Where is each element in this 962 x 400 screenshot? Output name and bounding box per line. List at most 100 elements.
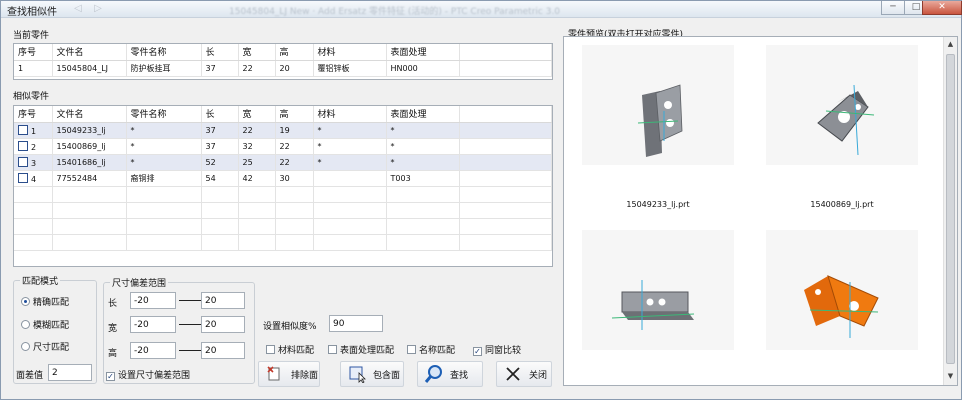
empty-cell xyxy=(201,234,239,251)
length-max-input[interactable] xyxy=(201,292,245,309)
preview-thumbnail-1[interactable] xyxy=(582,45,734,165)
match-mode-legend: 匹配模式 xyxy=(20,274,61,287)
empty-cell xyxy=(201,218,239,235)
table-cell: 覆铝锌板 xyxy=(313,60,387,77)
table-cell: 54 xyxy=(201,170,239,187)
empty-cell xyxy=(126,202,202,219)
column-header[interactable]: 文件名 xyxy=(52,106,127,123)
table-cell: * xyxy=(386,138,460,155)
column-header[interactable]: 高 xyxy=(275,106,314,123)
empty-cell xyxy=(238,218,276,235)
table-row xyxy=(14,218,552,235)
preview-thumbnail-3[interactable] xyxy=(582,230,734,350)
column-header[interactable]: 材料 xyxy=(313,106,387,123)
column-header[interactable]: 序号 xyxy=(14,44,53,61)
table-cell: * xyxy=(386,122,460,139)
width-max-input[interactable] xyxy=(201,316,245,333)
bracket-part-icon xyxy=(817,84,875,156)
column-header[interactable]: 长 xyxy=(201,44,239,61)
close-window-button[interactable]: ✕ xyxy=(922,1,962,15)
empty-cell xyxy=(459,60,552,77)
radio-fuzzy-match[interactable]: 模糊匹配 xyxy=(21,318,69,331)
table-cell: * xyxy=(126,138,202,155)
back-icon: ◁ xyxy=(74,3,82,14)
empty-cell xyxy=(238,234,276,251)
table-row xyxy=(14,202,552,219)
dimension-range-legend: 尺寸偏差范围 xyxy=(110,276,169,289)
row-index: 3 xyxy=(31,158,37,168)
exclude-face-button[interactable]: 排除面 xyxy=(258,361,320,387)
table-cell: 4 xyxy=(14,170,53,187)
table-row[interactable]: 4 77552484 裔铜排 54 42 30 T003 xyxy=(14,170,552,187)
similar-parts-label: 相似零件 xyxy=(13,92,50,102)
table-cell: * xyxy=(126,154,202,171)
table-row[interactable]: 2 15400869_lj * 37 32 22 * * xyxy=(14,138,552,155)
table-cell: T003 xyxy=(386,170,460,187)
height-max-input[interactable] xyxy=(201,342,245,359)
row-select-checkbox[interactable] xyxy=(18,140,28,151)
table-cell: 22 xyxy=(238,122,276,139)
table-cell: 1 xyxy=(14,122,53,139)
column-header[interactable]: 材料 xyxy=(313,44,387,61)
row-select-checkbox[interactable] xyxy=(18,172,28,183)
table-cell: 22 xyxy=(275,138,314,155)
minimize-button[interactable]: ─ xyxy=(881,1,905,15)
radio-exact-match[interactable]: 精确匹配 xyxy=(21,295,69,308)
column-header[interactable]: 表面处理 xyxy=(386,106,460,123)
width-min-input[interactable] xyxy=(130,316,176,333)
same-window-compare-checkbox[interactable]: ✓ 同窗比较 xyxy=(473,343,521,356)
scroll-down-icon[interactable]: ▼ xyxy=(944,370,957,383)
similarity-input[interactable] xyxy=(329,315,383,332)
row-index: 4 xyxy=(31,174,37,184)
table-row[interactable]: 1 15049233_lj * 37 22 19 * * xyxy=(14,122,552,139)
range-dash xyxy=(179,324,201,325)
part-preview-panel: 15049233_lj.prt 15400869_lj.prt ▲ ▼ xyxy=(563,36,958,386)
scroll-up-icon[interactable]: ▲ xyxy=(944,38,957,51)
empty-cell xyxy=(459,154,552,171)
column-header[interactable]: 长 xyxy=(201,106,239,123)
include-face-button[interactable]: 包含面 xyxy=(340,361,404,387)
scroll-thumb[interactable] xyxy=(946,54,955,364)
radio-dimension-match[interactable]: 尺寸匹配 xyxy=(21,340,69,353)
column-header[interactable]: 序号 xyxy=(14,106,53,123)
empty-cell xyxy=(14,186,53,203)
similarity-label: 设置相似度% xyxy=(263,322,317,332)
column-header[interactable]: 表面处理 xyxy=(386,44,460,61)
column-header[interactable]: 零件名称 xyxy=(126,106,202,123)
column-header[interactable]: 宽 xyxy=(238,44,276,61)
empty-cell xyxy=(126,234,202,251)
row-select-checkbox[interactable] xyxy=(18,156,28,167)
column-header[interactable]: 零件名称 xyxy=(126,44,202,61)
surface-match-checkbox[interactable]: 表面处理匹配 xyxy=(328,343,394,356)
preview-thumbnail-2[interactable] xyxy=(766,45,918,165)
empty-cell xyxy=(313,186,387,203)
empty-cell xyxy=(238,186,276,203)
current-part-table: 序号 文件名 零件名称长宽高材料 表面处理 1 15045804_LJ 防护板挂耳 37 22… xyxy=(13,43,553,80)
table-row[interactable]: 3 15401686_lj * 52 25 22 * * xyxy=(14,154,552,171)
column-header[interactable]: 高 xyxy=(275,44,314,61)
orange-bracket-icon xyxy=(804,275,879,338)
column-header[interactable]: 文件名 xyxy=(52,44,127,61)
length-min-input[interactable] xyxy=(130,292,176,309)
empty-cell xyxy=(52,186,127,203)
row-select-checkbox[interactable] xyxy=(18,124,28,135)
table-cell: 32 xyxy=(238,138,276,155)
empty-cell xyxy=(386,202,460,219)
empty-cell xyxy=(386,218,460,235)
preview-scrollbar[interactable]: ▲ ▼ xyxy=(943,37,957,385)
column-header[interactable]: 宽 xyxy=(238,106,276,123)
table-cell: 1 xyxy=(14,60,53,77)
tolerance-input[interactable] xyxy=(48,364,92,381)
name-match-checkbox[interactable]: 名称匹配 xyxy=(407,343,455,356)
preview-thumbnail-4[interactable] xyxy=(766,230,918,350)
table-cell: * xyxy=(126,122,202,139)
table-row[interactable]: 1 15045804_LJ 防护板挂耳 37 22 20 覆铝锌板 HN000 xyxy=(14,60,552,77)
search-button[interactable]: 查找 xyxy=(417,361,483,387)
empty-cell xyxy=(238,202,276,219)
table-cell: * xyxy=(313,138,387,155)
set-range-checkbox[interactable]: ✓ 设置尺寸偏差范围 xyxy=(106,368,190,381)
height-min-input[interactable] xyxy=(130,342,176,359)
empty-cell xyxy=(459,202,552,219)
material-match-checkbox[interactable]: 材料匹配 xyxy=(266,343,314,356)
close-button[interactable]: 关闭 xyxy=(496,361,552,387)
